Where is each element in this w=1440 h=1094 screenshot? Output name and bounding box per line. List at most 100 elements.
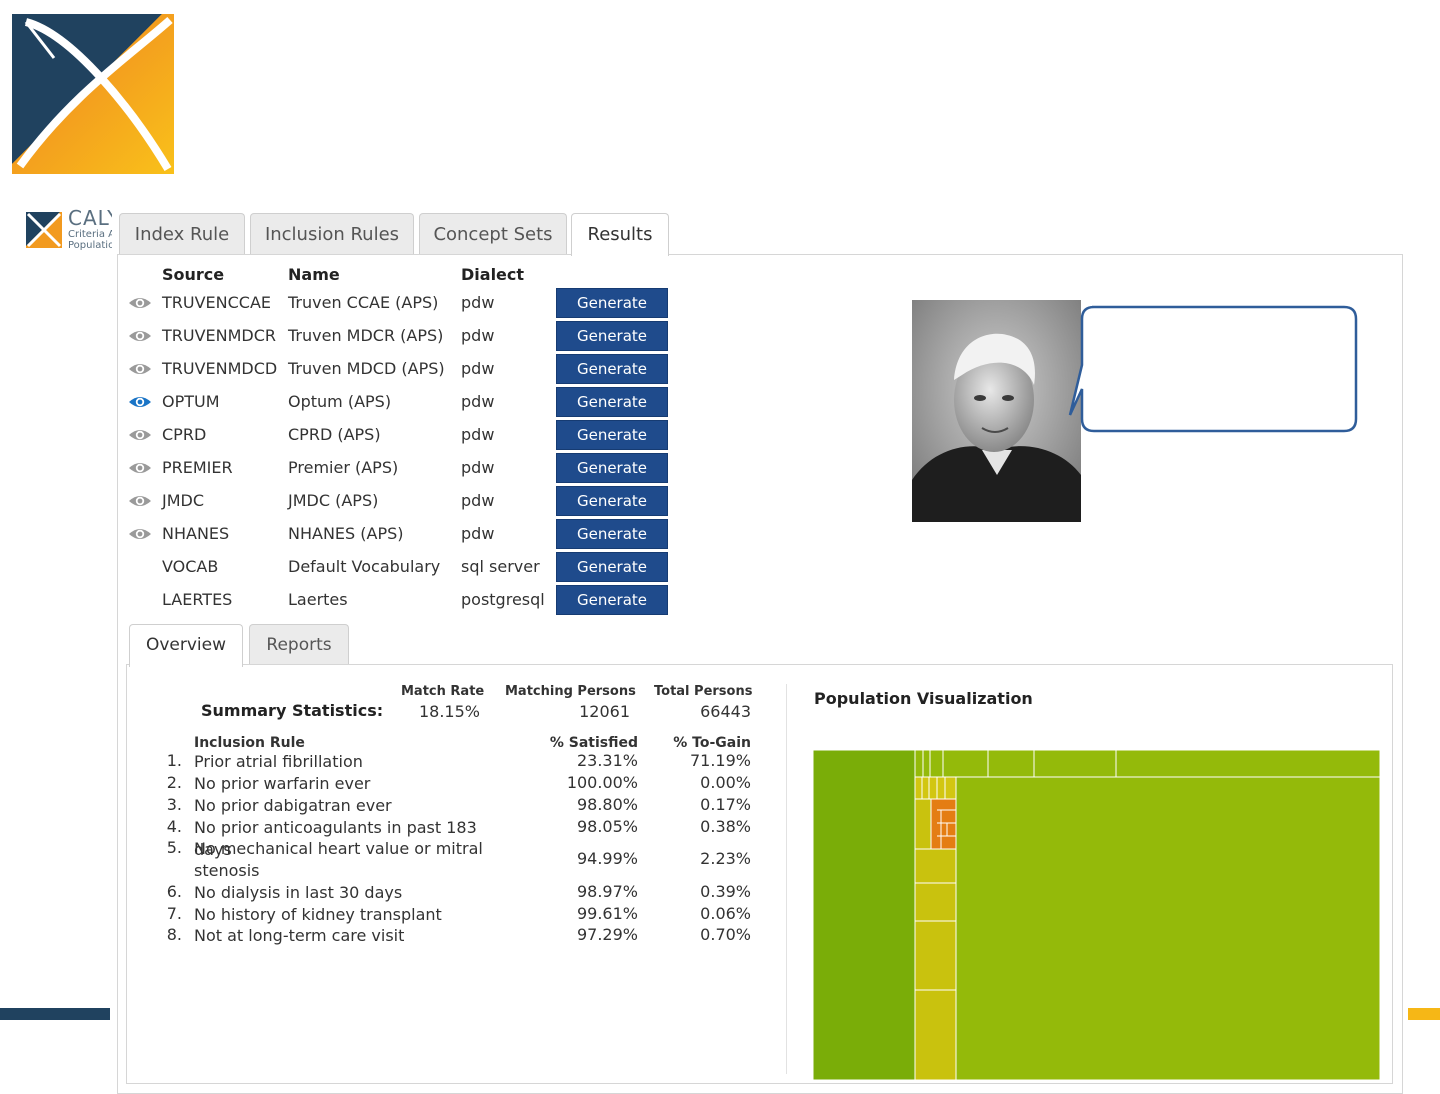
rule-text: No dialysis in last 30 days bbox=[194, 883, 403, 902]
eye-icon[interactable] bbox=[128, 295, 152, 311]
match-rate-header: Match Rate bbox=[401, 684, 485, 699]
rule-to-gain: 0.06% bbox=[700, 904, 751, 923]
summary-label: Summary Statistics: bbox=[201, 701, 384, 720]
source-dialect: pdw bbox=[461, 524, 495, 543]
source-name: Premier (APS) bbox=[288, 458, 399, 477]
source-row: PREMIER Premier (APS) pdw Generate bbox=[0, 453, 700, 483]
footer-bar-left bbox=[0, 1008, 110, 1020]
header-dialect: Dialect bbox=[461, 265, 525, 284]
source-key: PREMIER bbox=[162, 458, 233, 477]
rule-to-gain: 0.00% bbox=[700, 773, 751, 792]
rule-index: 1. bbox=[166, 751, 182, 770]
source-dialect: pdw bbox=[461, 425, 495, 444]
generate-button[interactable]: Generate bbox=[556, 585, 668, 615]
rule-satisfied: 94.99% bbox=[576, 849, 638, 868]
rule-index: 3. bbox=[166, 795, 182, 814]
source-row: VOCAB Default Vocabulary sql server Generat… bbox=[0, 552, 700, 582]
tab-overview[interactable]: Overview bbox=[129, 624, 243, 667]
rule-to-gain: 71.19% bbox=[689, 751, 751, 770]
portrait-photo bbox=[912, 300, 1081, 522]
source-name: Truven CCAE (APS) bbox=[288, 293, 439, 312]
visualization-title: Population Visualization bbox=[814, 689, 1033, 708]
rule-satisfied: 98.05% bbox=[576, 817, 638, 836]
app-logo-icon bbox=[26, 212, 62, 248]
tab-reports[interactable]: Reports bbox=[249, 624, 349, 665]
source-dialect: sql server bbox=[461, 557, 540, 576]
generate-button[interactable]: Generate bbox=[556, 387, 668, 417]
treemap-cell-yellow-b bbox=[914, 776, 957, 800]
eye-icon[interactable] bbox=[128, 526, 152, 542]
source-row: TRUVENMDCR Truven MDCR (APS) pdw Generate bbox=[0, 321, 700, 351]
source-row: CPRD CPRD (APS) pdw Generate bbox=[0, 420, 700, 450]
rule-text: No history of kidney transplant bbox=[194, 905, 442, 924]
source-name: Laertes bbox=[288, 590, 348, 609]
source-key: OPTUM bbox=[162, 392, 220, 411]
rule-to-gain: 0.38% bbox=[700, 817, 751, 836]
app-subtitle: Criteria Assessment Population bbox=[68, 229, 112, 251]
generate-button[interactable]: Generate bbox=[556, 288, 668, 318]
source-key: VOCAB bbox=[162, 557, 219, 576]
app-name: CALYPSO bbox=[68, 206, 112, 230]
treemap-cell-orange bbox=[930, 798, 957, 850]
source-row: JMDC JMDC (APS) pdw Generate bbox=[0, 486, 700, 516]
rule-satisfied: 100.00% bbox=[566, 773, 638, 792]
source-key: NHANES bbox=[162, 524, 230, 543]
source-dialect: pdw bbox=[461, 491, 495, 510]
source-dialect: pdw bbox=[461, 326, 495, 345]
tab-inclusion-rules[interactable]: Inclusion Rules bbox=[250, 213, 414, 254]
tab-concept-sets[interactable]: Concept Sets bbox=[419, 213, 567, 254]
matching-persons-value: 12061 bbox=[579, 702, 630, 721]
rule-satisfied: 23.31% bbox=[576, 751, 638, 770]
source-name: JMDC (APS) bbox=[288, 491, 379, 510]
rule-satisfied: 99.61% bbox=[576, 904, 638, 923]
total-persons-header: Total Persons bbox=[654, 684, 753, 699]
rule-text: No prior dabigatran ever bbox=[194, 796, 392, 815]
eye-icon[interactable] bbox=[128, 361, 152, 377]
app-logo[interactable]: CALYPSO Criteria Assessment Population bbox=[24, 204, 112, 254]
rule-text: Not at long-term care visit bbox=[194, 926, 405, 945]
source-name: NHANES (APS) bbox=[288, 524, 404, 543]
source-key: TRUVENCCAE bbox=[162, 293, 272, 312]
rule-text: No prior warfarin ever bbox=[194, 774, 371, 793]
treemap-cell-dark-green bbox=[813, 750, 916, 1080]
generate-button[interactable]: Generate bbox=[556, 519, 668, 549]
brand-logo bbox=[12, 14, 174, 174]
generate-button[interactable]: Generate bbox=[556, 453, 668, 483]
tab-index-rule[interactable]: Index Rule bbox=[119, 213, 245, 254]
source-name: Truven MDCR (APS) bbox=[288, 326, 444, 345]
generate-button[interactable]: Generate bbox=[556, 486, 668, 516]
source-row: NHANES NHANES (APS) pdw Generate bbox=[0, 519, 700, 549]
rule-index: 6. bbox=[166, 882, 182, 901]
rule-text: Prior atrial fibrillation bbox=[194, 752, 363, 771]
eye-icon[interactable] bbox=[128, 328, 152, 344]
generate-button[interactable]: Generate bbox=[556, 354, 668, 384]
inclusion-rule-header: Inclusion Rule bbox=[194, 735, 305, 751]
source-key: TRUVENMDCR bbox=[162, 326, 277, 345]
source-key: TRUVENMDCD bbox=[162, 359, 278, 378]
eye-icon[interactable] bbox=[128, 460, 152, 476]
treemap-cell-green-main bbox=[955, 776, 1380, 1080]
generate-button[interactable]: Generate bbox=[556, 420, 668, 450]
source-name: Optum (APS) bbox=[288, 392, 392, 411]
to-gain-header: % To-Gain bbox=[673, 735, 751, 751]
rule-index: 7. bbox=[166, 904, 182, 923]
source-dialect: pdw bbox=[461, 458, 495, 477]
tab-results[interactable]: Results bbox=[571, 213, 669, 256]
generate-button[interactable]: Generate bbox=[556, 552, 668, 582]
eye-icon[interactable] bbox=[128, 493, 152, 509]
source-key: JMDC bbox=[162, 491, 205, 510]
source-key: CPRD bbox=[162, 425, 207, 444]
source-name: CPRD (APS) bbox=[288, 425, 381, 444]
rule-to-gain: 2.23% bbox=[700, 849, 751, 868]
population-treemap[interactable] bbox=[813, 750, 1380, 1080]
total-persons-value: 66443 bbox=[700, 702, 751, 721]
rule-satisfied: 98.80% bbox=[576, 795, 638, 814]
source-name: Truven MDCD (APS) bbox=[288, 359, 445, 378]
eye-icon[interactable] bbox=[128, 394, 152, 410]
satisfied-header: % Satisfied bbox=[549, 735, 638, 751]
eye-icon[interactable] bbox=[128, 427, 152, 443]
source-dialect: pdw bbox=[461, 359, 495, 378]
matching-persons-header: Matching Persons bbox=[505, 684, 636, 699]
rule-index: 8. bbox=[166, 925, 182, 944]
generate-button[interactable]: Generate bbox=[556, 321, 668, 351]
